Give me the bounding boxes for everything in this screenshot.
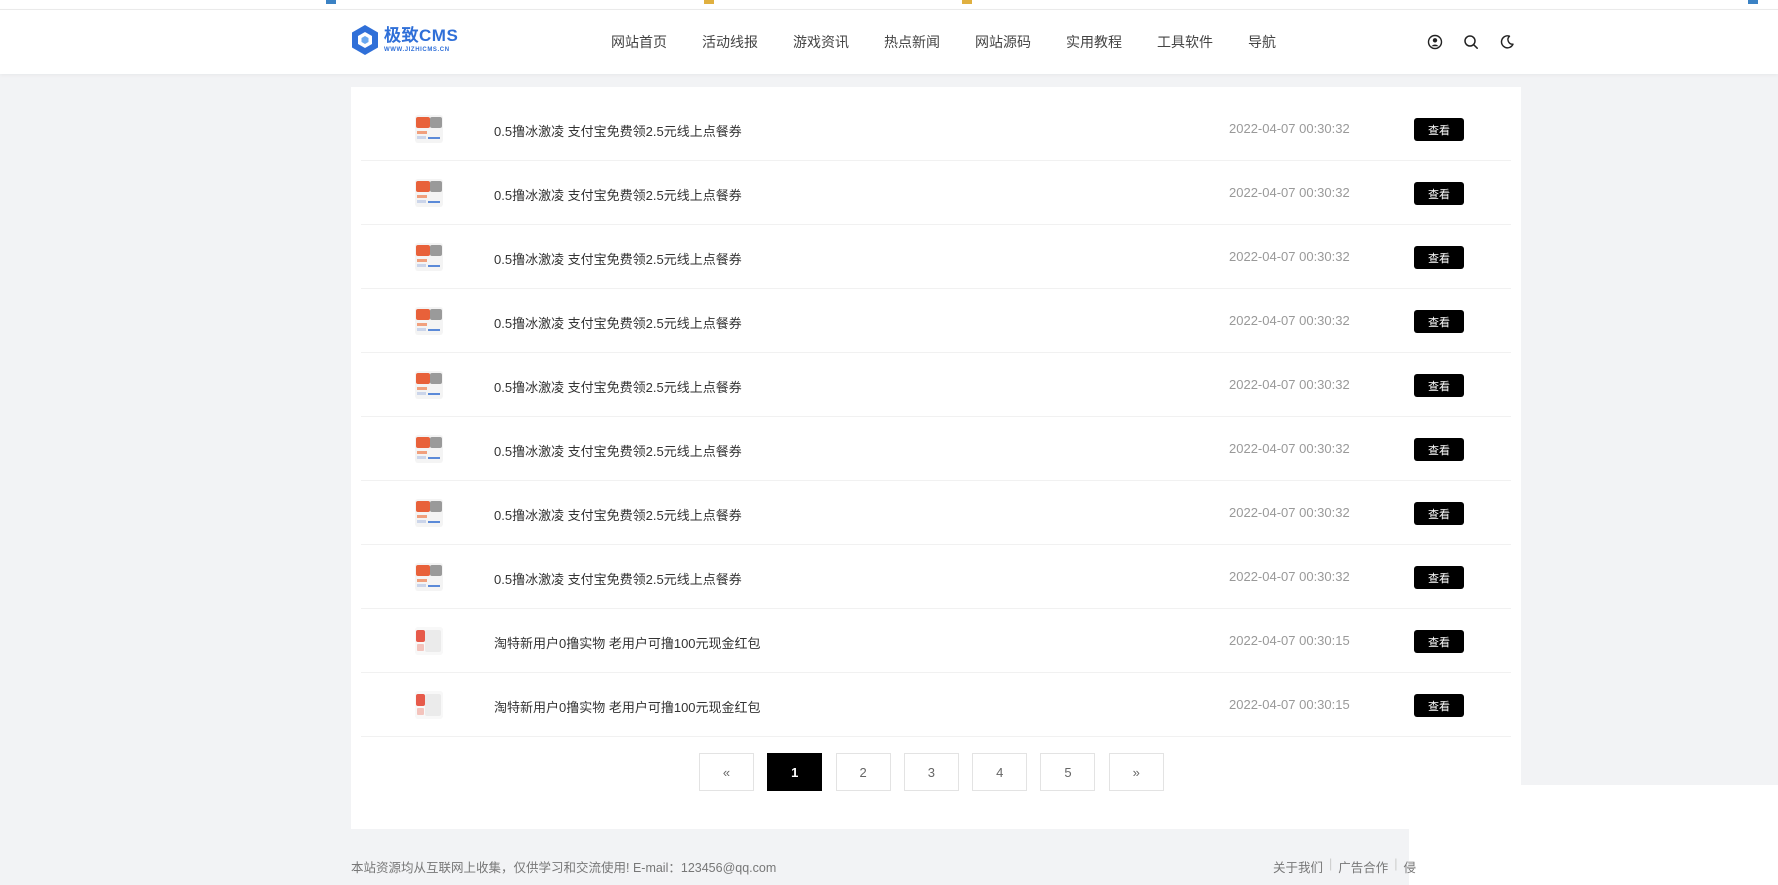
article-date: 2022-04-07 00:30:32 <box>1229 441 1350 456</box>
article-title[interactable]: 淘特新用户0撸实物 老用户可撸100元现金红包 <box>494 697 761 716</box>
article-thumbnail-icon <box>415 371 443 399</box>
nav-item-source-code[interactable]: 网站源码 <box>975 32 1031 52</box>
pagination: « 1 2 3 4 5 » <box>699 753 1177 791</box>
footer-notice: 本站资源均从互联网上收集，仅供学习和交流使用! E-mail：123456@qq… <box>351 861 777 875</box>
list-item[interactable]: 0.5撸冰激凌 支付宝免费领2.5元线上点餐券 2022-04-07 00:30:… <box>361 289 1511 353</box>
site-header: 极致CMS WWW.JIZHICMS.CN 网站首页 活动线报 游戏资讯 热点新… <box>0 10 1778 74</box>
article-date: 2022-04-07 00:30:32 <box>1229 121 1350 136</box>
article-date: 2022-04-07 00:30:32 <box>1229 569 1350 584</box>
list-item[interactable]: 0.5撸冰激凌 支付宝免费领2.5元线上点餐券 2022-04-07 00:30:… <box>361 481 1511 545</box>
nav-item-tutorials[interactable]: 实用教程 <box>1066 32 1122 52</box>
view-button[interactable]: 查看 <box>1414 630 1464 653</box>
article-thumbnail-icon <box>415 243 443 271</box>
list-item[interactable]: 淘特新用户0撸实物 老用户可撸100元现金红包 2022-04-07 00:30:… <box>361 673 1511 737</box>
logo-url-text: WWW.JIZHICMS.CN <box>384 47 450 53</box>
footer-links: 关于我们 | 广告合作 | 侵 <box>1273 857 1416 876</box>
article-date: 2022-04-07 00:30:32 <box>1229 249 1350 264</box>
article-thumbnail-icon <box>415 563 443 591</box>
article-title[interactable]: 0.5撸冰激凌 支付宝免费领2.5元线上点餐券 <box>494 441 742 460</box>
article-title[interactable]: 淘特新用户0撸实物 老用户可撸100元现金红包 <box>494 633 761 652</box>
view-button[interactable]: 查看 <box>1414 694 1464 717</box>
article-thumbnail-icon <box>415 499 443 527</box>
article-thumbnail-icon <box>415 435 443 463</box>
view-button[interactable]: 查看 <box>1414 118 1464 141</box>
pagination-page-2[interactable]: 2 <box>835 753 891 791</box>
search-icon[interactable] <box>1461 32 1481 52</box>
article-title[interactable]: 0.5撸冰激凌 支付宝免费领2.5元线上点餐券 <box>494 377 742 396</box>
moon-icon[interactable] <box>1497 32 1517 52</box>
nav-item-navigation[interactable]: 导航 <box>1248 32 1276 52</box>
view-button[interactable]: 查看 <box>1414 374 1464 397</box>
view-button[interactable]: 查看 <box>1414 502 1464 525</box>
header-actions <box>1425 32 1533 52</box>
nav-item-tools[interactable]: 工具软件 <box>1157 32 1213 52</box>
site-logo[interactable]: 极致CMS WWW.JIZHICMS.CN <box>351 20 461 60</box>
background-area <box>1521 87 1778 785</box>
nav-item-game-news[interactable]: 游戏资讯 <box>793 32 849 52</box>
article-thumbnail-icon <box>415 115 443 143</box>
view-button[interactable]: 查看 <box>1414 310 1464 333</box>
article-thumbnail-icon <box>415 627 443 655</box>
view-button[interactable]: 查看 <box>1414 566 1464 589</box>
article-date: 2022-04-07 00:30:32 <box>1229 313 1350 328</box>
article-title[interactable]: 0.5撸冰激凌 支付宝免费领2.5元线上点餐券 <box>494 313 742 332</box>
tab-favicon <box>962 0 972 4</box>
cube-logo-icon <box>352 25 378 55</box>
logo-brand-text: 极致CMS <box>384 26 459 45</box>
user-icon[interactable] <box>1425 32 1445 52</box>
article-date: 2022-04-07 00:30:15 <box>1229 697 1350 712</box>
article-thumbnail-icon <box>415 307 443 335</box>
tab-favicon <box>326 0 336 4</box>
nav-item-home[interactable]: 网站首页 <box>611 32 667 52</box>
pagination-page-4[interactable]: 4 <box>972 753 1028 791</box>
pagination-prev[interactable]: « <box>699 753 754 791</box>
list-item[interactable]: 0.5撸冰激凌 支付宝免费领2.5元线上点餐券 2022-04-07 00:30:… <box>361 97 1511 161</box>
article-list-card: 0.5撸冰激凌 支付宝免费领2.5元线上点餐券 2022-04-07 00:30:… <box>351 87 1521 829</box>
tab-favicon <box>704 0 714 4</box>
article-title[interactable]: 0.5撸冰激凌 支付宝免费领2.5元线上点餐券 <box>494 185 742 204</box>
list-item[interactable]: 淘特新用户0撸实物 老用户可撸100元现金红包 2022-04-07 00:30:… <box>361 609 1511 673</box>
footer-link-ads[interactable]: 广告合作 <box>1338 857 1388 876</box>
article-thumbnail-icon <box>415 691 443 719</box>
pagination-page-1[interactable]: 1 <box>767 753 823 791</box>
article-date: 2022-04-07 00:30:32 <box>1229 185 1350 200</box>
article-title[interactable]: 0.5撸冰激凌 支付宝免费领2.5元线上点餐券 <box>494 121 742 140</box>
article-title[interactable]: 0.5撸冰激凌 支付宝免费领2.5元线上点餐券 <box>494 569 742 588</box>
article-thumbnail-icon <box>415 179 443 207</box>
footer-link-about[interactable]: 关于我们 <box>1273 857 1323 876</box>
pagination-page-3[interactable]: 3 <box>903 753 959 791</box>
footer-link-partial[interactable]: 侵 <box>1404 857 1417 876</box>
pagination-next[interactable]: » <box>1108 753 1164 791</box>
footer-divider: | <box>1329 857 1333 871</box>
list-item[interactable]: 0.5撸冰激凌 支付宝免费领2.5元线上点餐券 2022-04-07 00:30:… <box>361 161 1511 225</box>
footer-divider: | <box>1394 857 1398 871</box>
tab-favicon <box>1748 0 1758 4</box>
list-item[interactable]: 0.5撸冰激凌 支付宝免费领2.5元线上点餐券 2022-04-07 00:30:… <box>361 353 1511 417</box>
pagination-page-5[interactable]: 5 <box>1040 753 1096 791</box>
main-nav: 网站首页 活动线报 游戏资讯 热点新闻 网站源码 实用教程 工具软件 导航 <box>611 10 1311 74</box>
list-item[interactable]: 0.5撸冰激凌 支付宝免费领2.5元线上点餐券 2022-04-07 00:30:… <box>361 417 1511 481</box>
article-title[interactable]: 0.5撸冰激凌 支付宝免费领2.5元线上点餐券 <box>494 249 742 268</box>
view-button[interactable]: 查看 <box>1414 246 1464 269</box>
browser-top-strip <box>0 0 1778 10</box>
nav-item-hot-news[interactable]: 热点新闻 <box>884 32 940 52</box>
list-item[interactable]: 0.5撸冰激凌 支付宝免费领2.5元线上点餐券 2022-04-07 00:30:… <box>361 225 1511 289</box>
view-button[interactable]: 查看 <box>1414 438 1464 461</box>
article-date: 2022-04-07 00:30:15 <box>1229 633 1350 648</box>
overlay-panel <box>1409 785 1778 885</box>
list-item[interactable]: 0.5撸冰激凌 支付宝免费领2.5元线上点餐券 2022-04-07 00:30:… <box>361 545 1511 609</box>
article-date: 2022-04-07 00:30:32 <box>1229 505 1350 520</box>
nav-item-activities[interactable]: 活动线报 <box>702 32 758 52</box>
article-title[interactable]: 0.5撸冰激凌 支付宝免费领2.5元线上点餐券 <box>494 505 742 524</box>
view-button[interactable]: 查看 <box>1414 182 1464 205</box>
article-date: 2022-04-07 00:30:32 <box>1229 377 1350 392</box>
